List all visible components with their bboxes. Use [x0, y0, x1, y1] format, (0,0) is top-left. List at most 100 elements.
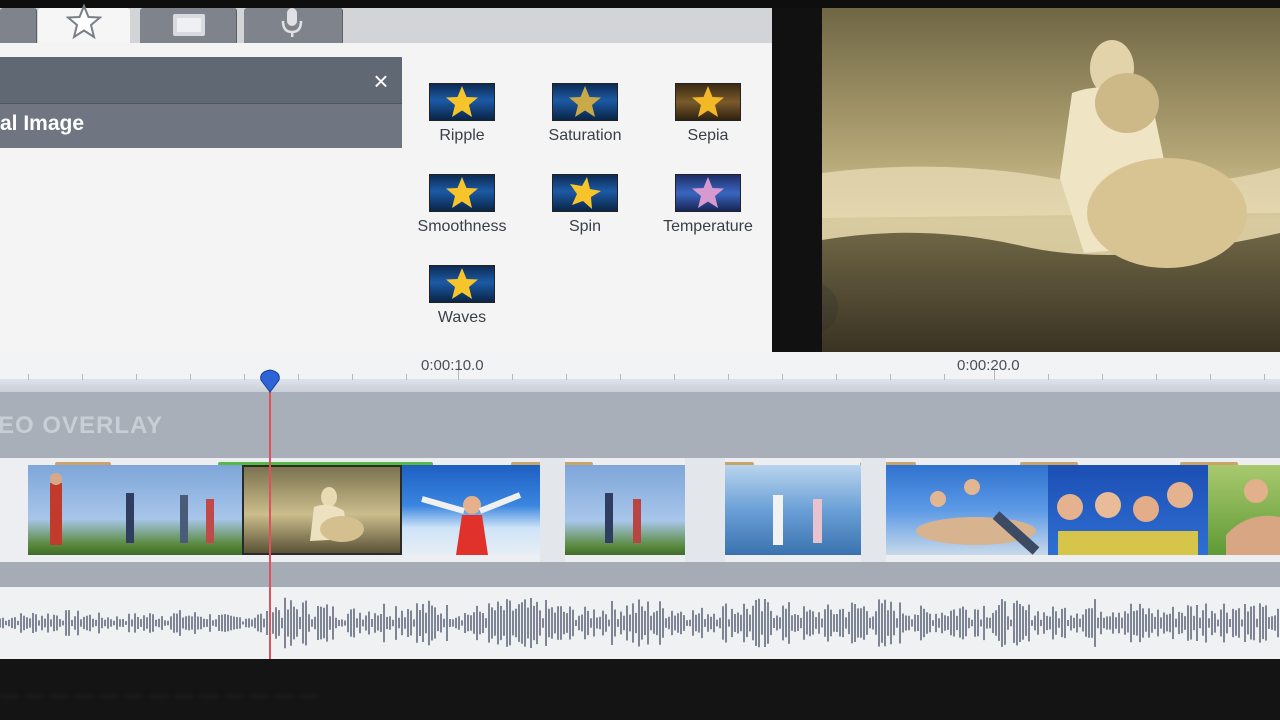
clip-thumbnail	[916, 479, 1040, 555]
timeline-ruler[interactable]: 0:00:10.0 0:00:20.0	[0, 352, 1280, 392]
effect-thumbnail	[429, 83, 495, 121]
play-icon[interactable]	[822, 278, 842, 338]
tab-audio[interactable]	[244, 8, 343, 43]
effect-label: Sepia	[687, 127, 729, 144]
ruler-tick	[620, 374, 621, 380]
effect-thumbnail	[675, 83, 741, 121]
effect-thumbnail	[552, 83, 618, 121]
waveform-path	[0, 597, 1279, 649]
status-footer: — — — — — — — — — — — — —	[0, 659, 1280, 720]
effect-label: Spin	[568, 218, 602, 235]
clip-thumbnail	[605, 493, 641, 543]
time-label: 0:00:10.0	[421, 357, 484, 374]
close-button[interactable]: ×	[367, 67, 395, 95]
ruler-tick	[406, 374, 407, 380]
effect-smoothness[interactable]: Smoothness	[402, 174, 522, 236]
video-clip-6[interactable]	[886, 465, 1048, 555]
video-clip-4[interactable]	[565, 465, 685, 555]
panel-title: al Image	[0, 112, 85, 135]
footer-text: — — — — — — — — — — — — —	[0, 685, 320, 705]
ruler-tick	[28, 374, 29, 380]
star-icon	[569, 86, 601, 117]
ruler-tick	[136, 374, 137, 380]
effect-saturation[interactable]: Saturation	[525, 83, 645, 145]
preview-frame-edge	[772, 8, 822, 352]
ruler-tick	[836, 374, 837, 380]
star-icon	[570, 177, 601, 209]
effect-temperature[interactable]: Temperature	[648, 174, 768, 236]
ruler-tick	[1102, 374, 1103, 380]
video-track[interactable]	[0, 458, 1280, 562]
effects-tab-bar	[0, 4, 772, 43]
effect-thumbnail	[429, 174, 495, 212]
effect-label: Temperature	[663, 218, 753, 235]
star-icon	[692, 86, 724, 117]
tab-left-partial[interactable]	[0, 8, 37, 43]
clip-gap	[540, 458, 565, 562]
film-icon	[173, 14, 205, 36]
clip-thumbnail	[421, 492, 522, 555]
ruler-tick	[1210, 374, 1211, 380]
effect-panel-header: × al Image	[0, 57, 402, 148]
audio-waveform	[0, 597, 1279, 649]
star-icon	[446, 177, 478, 208]
clip-thumbnail	[310, 487, 364, 542]
effect-thumbnail	[429, 265, 495, 303]
video-clip-5[interactable]	[725, 465, 861, 555]
track-label: EO OVERLAY	[0, 412, 164, 439]
ruler-tick	[244, 374, 245, 380]
star-icon	[692, 177, 724, 208]
ruler-tick	[352, 374, 353, 380]
video-clip-selected[interactable]	[242, 465, 402, 555]
effect-label: Smoothness	[417, 218, 507, 235]
ruler-tick	[1264, 374, 1265, 380]
effect-label: Waves	[437, 309, 487, 326]
tab-effects[interactable]	[38, 4, 130, 43]
audio-track[interactable]	[0, 587, 1280, 659]
effect-label: Ripple	[439, 127, 485, 144]
effect-ripple[interactable]: Ripple	[402, 83, 522, 145]
ruler-tick	[890, 374, 891, 380]
tab-clips[interactable]	[140, 8, 237, 43]
ruler-tick	[944, 374, 945, 380]
video-preview[interactable]	[822, 8, 1280, 352]
ruler-tick	[190, 374, 191, 380]
playhead-marker-icon[interactable]	[259, 368, 281, 394]
ruler-tick	[782, 374, 783, 380]
track-divider	[0, 562, 1280, 587]
clip-thumbnail	[773, 495, 822, 545]
video-clip-7[interactable]	[1048, 465, 1208, 555]
effect-thumbnail	[675, 174, 741, 212]
star-icon	[446, 86, 478, 117]
video-clip-1[interactable]	[28, 465, 242, 555]
ruler-tick	[298, 374, 299, 380]
microphone-icon	[281, 8, 303, 37]
ruler-tick	[728, 374, 729, 380]
time-label: 0:00:20.0	[957, 357, 1020, 374]
video-clip-8[interactable]	[1208, 465, 1280, 555]
star-icon	[446, 268, 478, 299]
clip-thumbnail	[1057, 482, 1198, 555]
ruler-tick	[82, 374, 83, 380]
effect-label: Saturation	[548, 127, 622, 144]
preview-image	[822, 8, 1280, 352]
header-top-bar	[0, 57, 402, 104]
clip-thumbnail	[50, 473, 214, 545]
ruler-tick	[512, 374, 513, 380]
ruler-tick	[674, 374, 675, 380]
ruler-tick	[566, 374, 567, 380]
playhead-line[interactable]	[269, 372, 271, 659]
video-overlay-track[interactable]: EO OVERLAY	[0, 392, 1280, 458]
clip-gap	[685, 458, 725, 562]
ruler-tick	[1156, 374, 1157, 380]
effect-waves[interactable]: Waves	[402, 265, 522, 327]
clip-thumbnail	[1226, 479, 1280, 555]
ruler-band	[0, 379, 1280, 392]
effect-sepia[interactable]: Sepia	[648, 83, 768, 145]
ruler-tick	[1048, 374, 1049, 380]
clip-gap	[861, 458, 886, 562]
star-icon	[66, 4, 102, 40]
effect-spin[interactable]: Spin	[525, 174, 645, 236]
video-clip-3[interactable]	[402, 465, 540, 555]
effect-thumbnail	[552, 174, 618, 212]
